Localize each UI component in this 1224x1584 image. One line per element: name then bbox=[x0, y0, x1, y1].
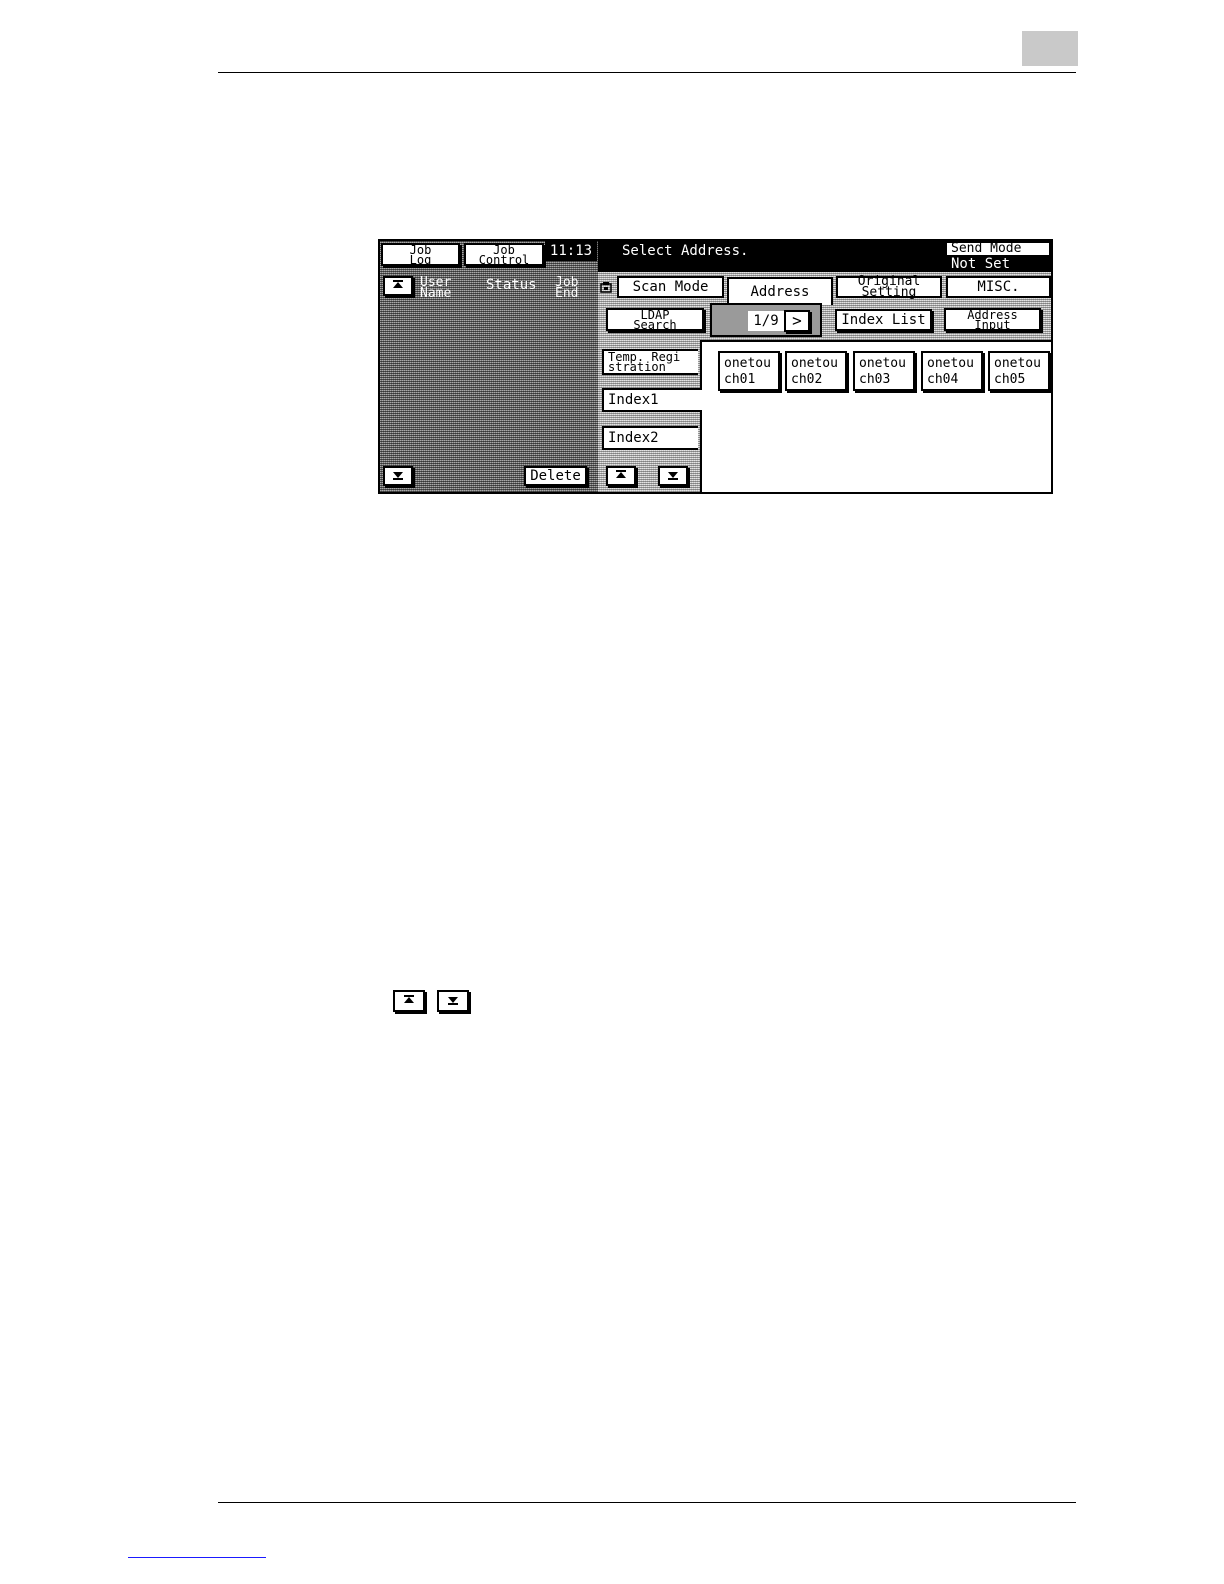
inline-top-arrow-button bbox=[393, 990, 425, 1012]
address-line2: ch03 bbox=[859, 372, 891, 387]
index-scroll-bottom-button[interactable] bbox=[658, 466, 688, 486]
page-tab-marker bbox=[1022, 31, 1078, 66]
address-line2: ch02 bbox=[791, 372, 823, 387]
clock: 11:13 bbox=[545, 241, 597, 261]
top-arrow-icon bbox=[392, 279, 404, 293]
index-scroll-top-button[interactable] bbox=[606, 466, 636, 486]
address-line1: onetou bbox=[994, 356, 1041, 371]
address-line2: ch04 bbox=[927, 372, 959, 387]
tab-address[interactable]: Address bbox=[727, 277, 833, 305]
tab-original-setting[interactable]: Original Setting bbox=[836, 275, 942, 299]
tab-index2[interactable]: Index2 bbox=[602, 426, 698, 450]
tab-temp-registration[interactable]: Temp. Regi stration bbox=[602, 349, 698, 375]
bottom-arrow-icon bbox=[392, 469, 404, 483]
address-input-button[interactable]: Address Input bbox=[944, 308, 1041, 331]
send-mode-label: Send Mode bbox=[945, 241, 1051, 257]
memory-icon bbox=[600, 281, 612, 297]
address-line1: onetou bbox=[724, 356, 771, 371]
send-mode-value: Not Set bbox=[951, 256, 1011, 272]
address-line2: ch01 bbox=[724, 372, 756, 387]
tab-misc[interactable]: MISC. bbox=[946, 276, 1051, 298]
tab-index1[interactable]: Index1 bbox=[602, 388, 702, 412]
bottom-arrow-icon bbox=[667, 469, 679, 483]
next-page-button[interactable]: > bbox=[784, 310, 810, 332]
top-arrow-icon bbox=[615, 469, 627, 483]
address-button-1[interactable]: onetou ch01 bbox=[718, 351, 780, 391]
address-button-5[interactable]: onetou ch05 bbox=[988, 351, 1050, 391]
message-text: Select Address. bbox=[622, 243, 749, 259]
control-panel-screen: Job Log Job Control 11:13 User Name Stat… bbox=[378, 239, 1053, 494]
page-indicator: 1/9 bbox=[748, 311, 784, 331]
footer-link-line bbox=[128, 1557, 266, 1558]
top-arrow-icon bbox=[403, 994, 415, 1008]
index-list-button[interactable]: Index List bbox=[835, 309, 932, 331]
address-line2: ch05 bbox=[994, 372, 1026, 387]
job-control-button[interactable]: Job Control bbox=[464, 243, 544, 266]
footer-rule bbox=[218, 1502, 1076, 1503]
scroll-top-button[interactable] bbox=[383, 276, 413, 296]
address-line1: onetou bbox=[927, 356, 974, 371]
address-button-4[interactable]: onetou ch04 bbox=[921, 351, 983, 391]
job-log-button[interactable]: Job Log bbox=[381, 243, 460, 266]
scroll-bottom-button[interactable] bbox=[383, 466, 413, 486]
tab-scan-mode[interactable]: Scan Mode bbox=[617, 276, 724, 298]
bottom-arrow-icon bbox=[447, 994, 459, 1008]
column-status: Status bbox=[486, 277, 537, 293]
ldap-search-button[interactable]: LDAP Search bbox=[606, 308, 704, 331]
address-button-2[interactable]: onetou ch02 bbox=[785, 351, 847, 391]
address-line1: onetou bbox=[859, 356, 906, 371]
address-line1: onetou bbox=[791, 356, 838, 371]
inline-bottom-arrow-button bbox=[437, 990, 469, 1012]
column-user-name: User Name bbox=[420, 275, 452, 301]
delete-button[interactable]: Delete bbox=[524, 466, 587, 486]
address-button-3[interactable]: onetou ch03 bbox=[853, 351, 915, 391]
column-job-end: Job End bbox=[555, 275, 579, 301]
header-rule bbox=[218, 72, 1076, 73]
